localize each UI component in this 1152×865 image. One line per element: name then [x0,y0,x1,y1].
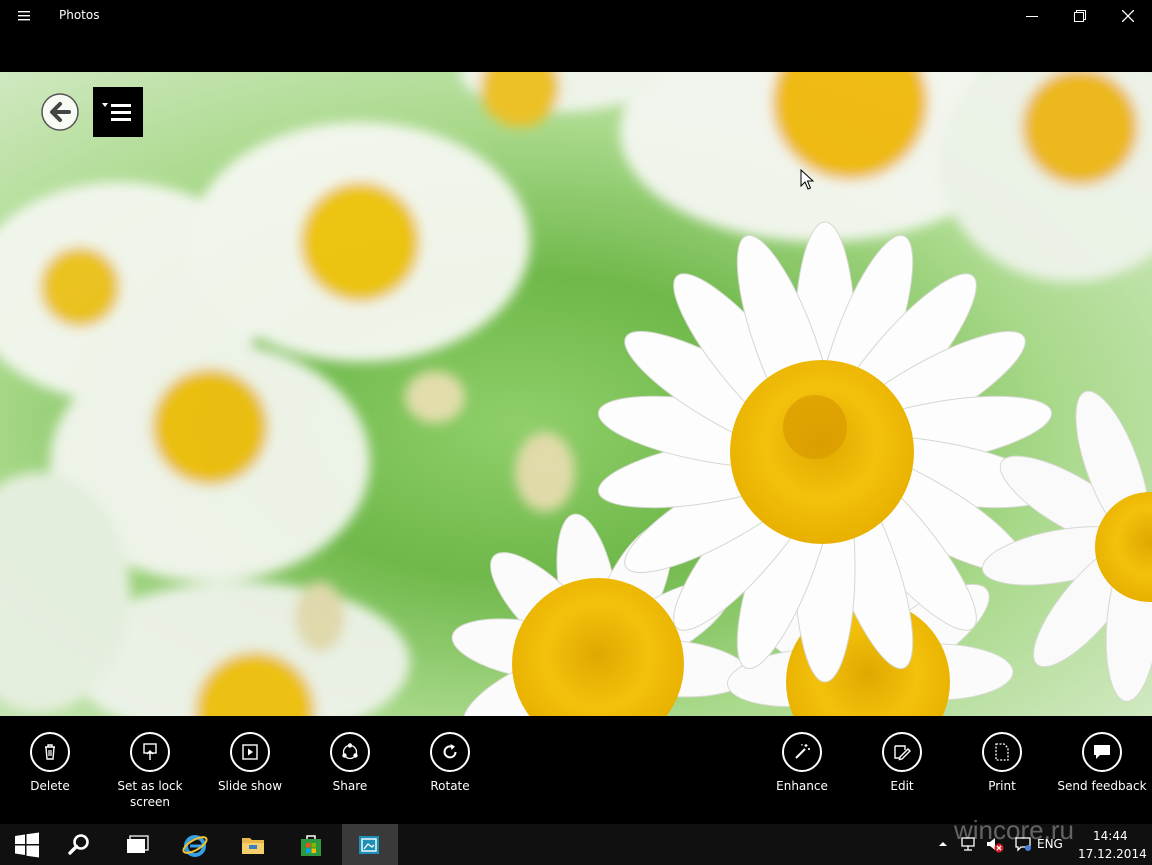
print-icon [995,743,1009,761]
photos-app-icon [359,836,379,854]
minimize-button[interactable] [1008,0,1056,32]
feedback-icon [1094,745,1110,759]
rotate-label: Rotate [430,779,470,793]
edit-icon [894,745,911,761]
store-icon [301,835,321,856]
internet-explorer-button[interactable] [168,824,224,865]
close-button[interactable] [1104,0,1152,32]
edit-label: Edit [890,779,914,793]
close-icon [1122,10,1134,22]
print-label: Print [988,779,1016,793]
set-as-lock-screen-button[interactable]: Set as lock screen [100,716,200,824]
share-button[interactable]: Share [300,716,400,824]
delete-button[interactable]: Delete [0,716,100,824]
photos-app-button[interactable] [342,824,398,865]
lock-screen-icon [143,743,157,760]
file-explorer-button[interactable] [226,824,282,865]
search-button[interactable] [52,824,108,865]
search-icon [68,834,89,855]
enhance-button[interactable]: Enhance [752,716,852,824]
magic-wand-icon [795,744,810,759]
watermark-text: wincore.ru [954,815,1074,845]
edit-button[interactable]: Edit [852,716,952,824]
app-title: Photos [59,8,100,22]
internet-explorer-icon [182,835,208,857]
share-icon [342,743,358,760]
slide-show-label: Slide show [217,779,283,793]
send-feedback-button[interactable]: Send feedback [1052,716,1152,824]
hamburger-icon[interactable] [12,8,36,24]
slide-show-button[interactable]: Slide show [200,716,300,824]
rotate-icon [443,744,457,759]
app-bar: Delete Set as lock screen Slide show Sha… [0,716,1152,824]
set-as-lock-screen-label: Set as lock screen [117,779,183,809]
send-feedback-label: Send feedback [1057,779,1147,793]
clock-time[interactable]: 14:44 [1093,829,1128,843]
maximize-icon [1074,10,1086,22]
photo-menu-button[interactable] [93,87,143,137]
title-bar: Photos [0,0,1152,32]
delete-label: Delete [30,779,70,793]
start-button[interactable] [0,824,56,865]
windows-start-icon [15,832,39,858]
back-arrow-icon [41,93,79,131]
back-button[interactable] [40,92,80,132]
print-button[interactable]: Print [952,716,1052,824]
chevron-up-icon [939,842,947,846]
maximize-button[interactable] [1056,0,1104,32]
task-view-icon [127,835,149,853]
clock-date[interactable]: 17.12.2014 [1078,847,1147,861]
slideshow-icon [242,744,258,760]
rotate-button[interactable]: Rotate [400,716,500,824]
enhance-label: Enhance [776,779,828,793]
show-hidden-icons-button[interactable] [936,824,950,865]
mouse-pointer-icon [800,168,815,195]
photo-image [0,72,1152,716]
trash-icon [45,744,55,760]
photo-menu-icon [102,103,131,121]
file-explorer-icon [242,838,264,854]
task-view-button[interactable] [110,824,166,865]
share-label: Share [332,779,368,793]
store-button[interactable] [284,824,340,865]
minimize-icon [1026,16,1038,17]
daisy-photo [0,72,1152,716]
